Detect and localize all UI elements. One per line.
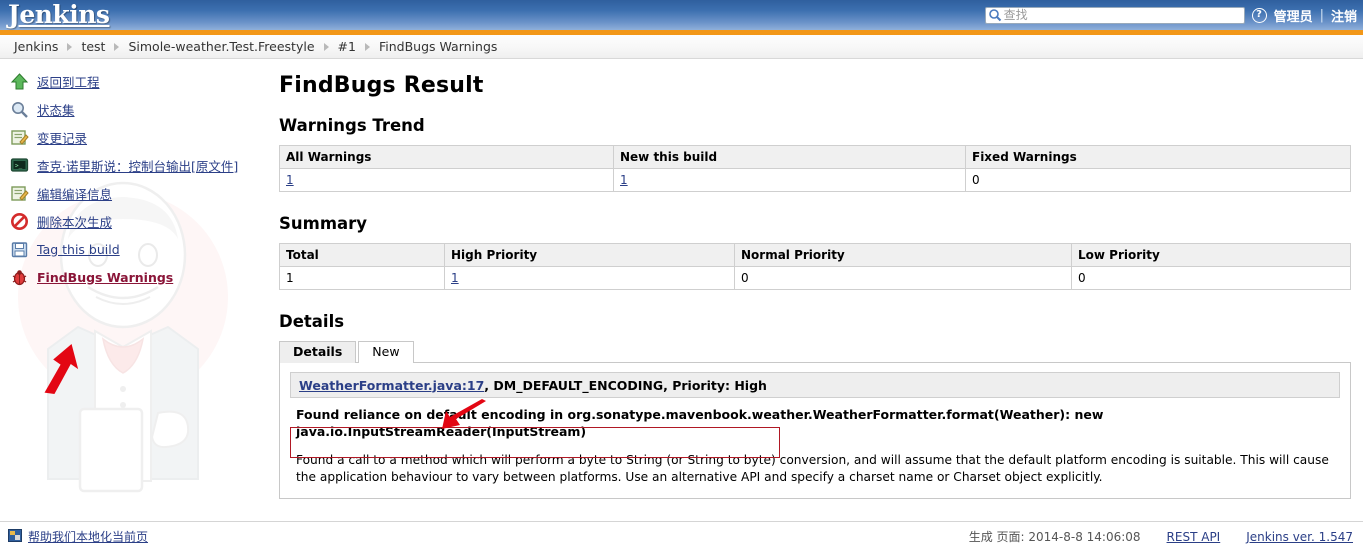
breadcrumb-item-findbugs[interactable]: FindBugs Warnings <box>373 39 503 54</box>
chevron-right-icon <box>114 42 120 51</box>
header-right-group: ? 管理员 | 注销 <box>984 0 1357 30</box>
sidebar-item-label: 查克·诺里斯说：控制台输出[原文件] <box>37 156 238 175</box>
up-arrow-icon <box>10 72 29 91</box>
sidebar-item-label: 返回到工程 <box>37 74 100 90</box>
footer-right-group: 生成 页面: 2014-8-8 14:06:08 REST API Jenkin… <box>969 528 1353 545</box>
warnings-trend-heading: Warnings Trend <box>279 116 425 135</box>
tab-details[interactable]: Details <box>279 341 357 363</box>
summary-section: Summary Total High Priority Normal Prior… <box>279 214 1351 290</box>
summary-heading: Summary <box>279 214 368 233</box>
summary-table: Total High Priority Normal Priority Low … <box>279 243 1351 290</box>
main-content: FindBugs Result Warnings Trend All Warni… <box>279 59 1363 525</box>
magnifier-icon <box>10 100 29 119</box>
generated-timestamp: 生成 页面: 2014-8-8 14:06:08 <box>968 530 1141 544</box>
cell-low-priority: 0 <box>1071 266 1351 290</box>
sidebar-item-console-suffix: [原文件] <box>190 158 239 174</box>
warning-meta: , DM_DEFAULT_ENCODING, Priority: High <box>484 377 767 393</box>
logout-link[interactable]: 注销 <box>1331 6 1357 25</box>
warning-description-text: Found a call to a method which will perf… <box>296 453 1329 484</box>
cell-fixed-warnings: 0 <box>965 168 1351 192</box>
sidebar-item-label: 变更记录 <box>37 130 88 146</box>
column-header: Low Priority <box>1071 243 1351 267</box>
sidebar-item-tag-build[interactable]: Tag this build <box>0 235 279 263</box>
rest-api-link[interactable]: REST API <box>1167 530 1221 544</box>
details-heading: Details <box>279 312 345 331</box>
cell-new-this-build: 1 <box>613 168 966 192</box>
cell-normal-priority: 0 <box>734 266 1072 290</box>
localize-page-link[interactable]: 帮助我们本地化当前页 <box>28 528 148 545</box>
jenkins-logo[interactable]: Jenkins <box>0 0 110 30</box>
table-row: 1 1 0 0 <box>279 266 1351 290</box>
sidebar-item-label: 状态集 <box>37 102 75 118</box>
new-this-build-link[interactable]: 1 <box>620 173 628 187</box>
header-separator: | <box>1319 7 1324 23</box>
sidebar-item-status[interactable]: 状态集 <box>0 95 279 123</box>
column-header: New this build <box>613 145 966 169</box>
search-icon <box>988 8 1002 22</box>
details-section: Details Details New WeatherFormatter.jav… <box>279 312 1351 499</box>
warning-body: Found reliance on default encoding in or… <box>290 398 1340 486</box>
sidebar-item-findbugs-warnings[interactable]: FindBugs Warnings <box>0 263 279 291</box>
sidebar-item-back-to-project[interactable]: 返回到工程 <box>0 67 279 95</box>
bug-icon <box>10 268 29 287</box>
breadcrumb-item-build[interactable]: #1 <box>332 39 362 54</box>
table-header-row: Total High Priority Normal Priority Low … <box>279 243 1351 267</box>
warnings-trend-table: All Warnings New this build Fixed Warnin… <box>279 145 1351 192</box>
edit-note-icon <box>10 128 29 147</box>
jenkins-version-link[interactable]: Jenkins ver. 1.547 <box>1246 530 1353 544</box>
breadcrumb-item-jenkins[interactable]: Jenkins <box>8 39 64 54</box>
sidebar-item-console-output[interactable]: >_ 查克·诺里斯说：控制台输出[原文件] <box>0 151 279 179</box>
sidebar-item-label: Tag this build <box>37 241 120 257</box>
warnings-trend-section: Warnings Trend All Warnings New this bui… <box>279 116 1351 192</box>
page-body: 返回到工程 状态集 变更记录 >_ 查克·诺里斯说：控制台输出[原文件] 编辑编… <box>0 59 1363 525</box>
sidebar-item-console-text: 查克·诺里斯说：控制台输出 <box>37 158 191 174</box>
column-header: All Warnings <box>279 145 614 169</box>
sidebar-item-label: FindBugs Warnings <box>37 269 174 285</box>
footer: 帮助我们本地化当前页 生成 页面: 2014-8-8 14:06:08 REST… <box>0 521 1363 551</box>
column-header: High Priority <box>444 243 735 267</box>
search-input[interactable] <box>1001 7 1244 23</box>
sidebar-item-label: 删除本次生成 <box>37 214 113 230</box>
table-row: 1 1 0 <box>279 168 1351 192</box>
chevron-right-icon <box>323 42 329 51</box>
column-header: Total <box>279 243 445 267</box>
sidebar-item-label: 编辑编译信息 <box>37 186 113 202</box>
svg-text:>_: >_ <box>15 162 23 169</box>
warning-description-bold: Found reliance on default encoding in or… <box>296 407 1104 439</box>
warning-header-row: WeatherFormatter.java:17, DM_DEFAULT_ENC… <box>290 372 1340 398</box>
localize-icon <box>8 528 22 545</box>
top-header-bar: Jenkins ? 管理员 | 注销 <box>0 0 1363 30</box>
tab-new[interactable]: New <box>358 341 414 363</box>
edit-note-icon <box>10 184 29 203</box>
cell-high-priority: 1 <box>444 266 735 290</box>
footer-left-group: 帮助我们本地化当前页 <box>8 528 148 545</box>
breadcrumb-item-test[interactable]: test <box>75 39 111 54</box>
chevron-right-icon <box>364 42 370 51</box>
column-header: Fixed Warnings <box>965 145 1351 169</box>
all-warnings-link[interactable]: 1 <box>286 173 294 187</box>
high-priority-link[interactable]: 1 <box>451 271 459 285</box>
console-icon: >_ <box>10 156 29 175</box>
sidebar-item-changes[interactable]: 变更记录 <box>0 123 279 151</box>
floppy-disk-icon <box>10 240 29 259</box>
breadcrumb: Jenkins test Simole-weather.Test.Freesty… <box>0 35 1363 59</box>
annotation-arrow-sidebar <box>44 343 79 395</box>
table-header-row: All Warnings New this build Fixed Warnin… <box>279 145 1351 169</box>
cell-all-warnings: 1 <box>279 168 614 192</box>
column-header: Normal Priority <box>734 243 1072 267</box>
cell-total: 1 <box>279 266 445 290</box>
breadcrumb-item-job[interactable]: Simole-weather.Test.Freestyle <box>122 39 320 54</box>
sidebar-item-edit-build-info[interactable]: 编辑编译信息 <box>0 179 279 207</box>
details-tabs: Details New <box>279 341 1351 363</box>
help-icon[interactable]: ? <box>1251 7 1267 23</box>
warning-file-link[interactable]: WeatherFormatter.java:17 <box>299 378 484 393</box>
chevron-right-icon <box>67 42 73 51</box>
no-entry-icon <box>10 212 29 231</box>
details-tab-panel: WeatherFormatter.java:17, DM_DEFAULT_ENC… <box>279 362 1351 499</box>
user-menu-link[interactable]: 管理员 <box>1274 6 1313 25</box>
page-title: FindBugs Result <box>279 73 484 98</box>
sidebar: 返回到工程 状态集 变更记录 >_ 查克·诺里斯说：控制台输出[原文件] 编辑编… <box>0 59 279 525</box>
sidebar-item-delete-build[interactable]: 删除本次生成 <box>0 207 279 235</box>
search-box[interactable] <box>984 6 1245 24</box>
